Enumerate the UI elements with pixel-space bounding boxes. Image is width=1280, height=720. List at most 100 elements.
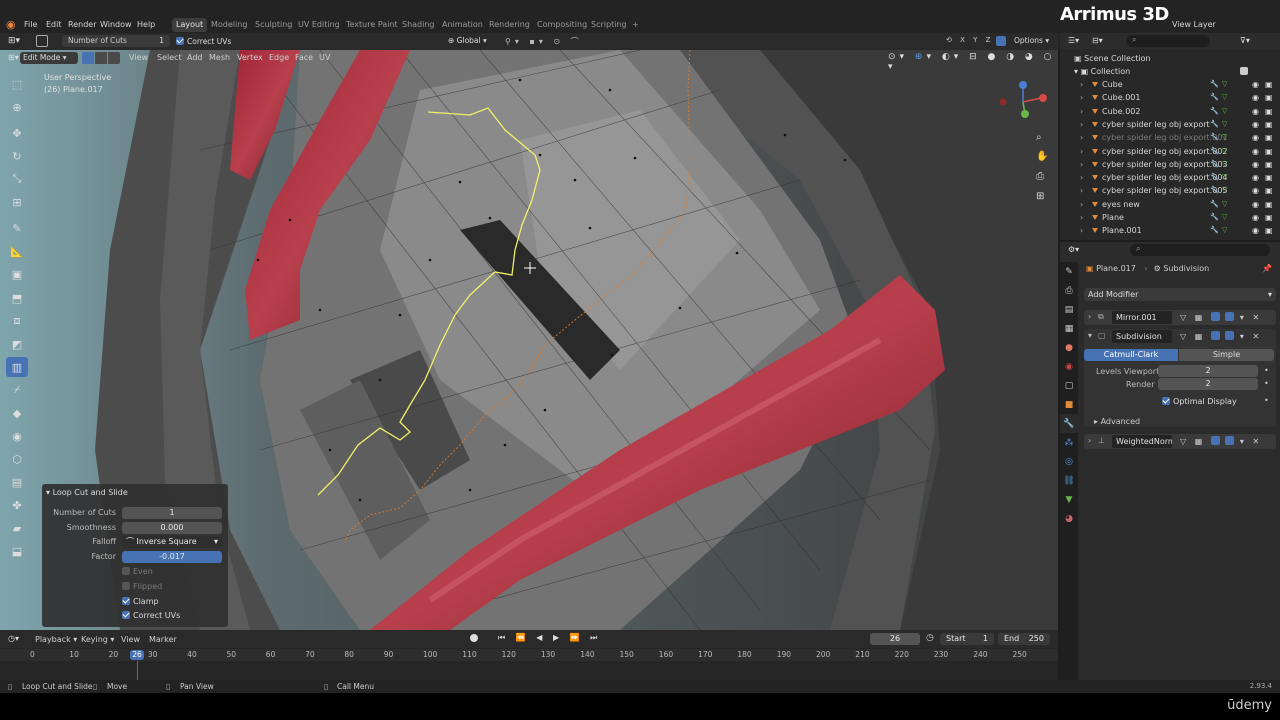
menu-help[interactable]: Help (133, 18, 159, 32)
outliner-item[interactable]: › cyber spider leg obj export 🔧 ▽ ◉ ▣ (1060, 118, 1276, 131)
tab-sculpting[interactable]: Sculpting (251, 18, 296, 32)
camera-icon[interactable]: ⎙ (1036, 171, 1044, 182)
blender-logo-icon[interactable]: ◉ (6, 19, 20, 31)
transform-icon[interactable]: ⊞ (6, 192, 28, 212)
keyframe-dot-icon[interactable]: • (1264, 366, 1269, 375)
expand-icon[interactable]: › (1080, 145, 1083, 158)
even-checkbox[interactable]: Even (122, 567, 153, 576)
xyz-mirror-icons[interactable]: ⟲ X Y Z (946, 36, 993, 44)
outliner-item[interactable]: › Cube 🔧 ▽ ◉ ▣ (1060, 78, 1276, 91)
extrude-icon[interactable]: ⬒ (6, 288, 28, 308)
pan-hand-icon[interactable]: ✋ (1036, 151, 1048, 162)
expand-icon[interactable]: › (1080, 198, 1083, 211)
playback-controls[interactable]: ⏮ ⏪ ◀ ▶ ⏩ ⏭ (498, 633, 601, 643)
orientation-dropdown[interactable]: ⊕ Global ▾ (448, 36, 487, 45)
viewport-toggle-icon[interactable] (1210, 331, 1220, 340)
physics-tab-icon[interactable]: ◎ (1060, 452, 1078, 471)
mirror-modifier[interactable]: › ⧉ Mirror.001 ▽ ▦ ▾ ✕ (1084, 310, 1276, 325)
eye-icon[interactable]: ◉ (1252, 198, 1259, 211)
editor-type-icon[interactable]: ☰▾ (1068, 36, 1079, 45)
rip-icon[interactable]: ⬓ (6, 541, 28, 561)
simple-button[interactable]: Simple (1179, 349, 1274, 361)
tab-animation[interactable]: Animation (438, 18, 487, 32)
render-tab-icon[interactable]: ⎙ (1060, 281, 1078, 300)
data-tab-icon[interactable]: ▼ (1060, 490, 1078, 509)
constraints-tab-icon[interactable]: ⛓ (1060, 471, 1078, 490)
snap-icons[interactable]: ⚲▾ ▪▾ ⊙ ⌒ (505, 36, 583, 47)
eye-icon[interactable]: ◉ (1252, 118, 1259, 131)
expand-icon[interactable]: › (1080, 211, 1083, 224)
outliner-item[interactable]: › Plane 🔧 ▽ ◉ ▣ (1060, 211, 1276, 224)
shrink-icon[interactable]: ✤ (6, 495, 28, 515)
tab-rendering[interactable]: Rendering (485, 18, 534, 32)
camera-visibility-icon[interactable]: ▣ (1265, 145, 1273, 158)
menu-vertex[interactable]: Vertex (232, 51, 268, 64)
camera-visibility-icon[interactable]: ▣ (1265, 105, 1273, 118)
editor-type-icon[interactable]: ⊞▾ (8, 36, 20, 46)
correct-uvs-toggle[interactable]: Correct UVs (176, 37, 231, 46)
expand-icon[interactable]: › (1088, 436, 1091, 445)
bevel-icon[interactable]: ◩ (6, 334, 28, 354)
camera-visibility-icon[interactable]: ▣ (1265, 131, 1273, 144)
keyframe-dot-icon[interactable]: • (1264, 396, 1269, 405)
rotate-icon[interactable]: ↻ (6, 146, 28, 166)
camera-visibility-icon[interactable]: ▣ (1265, 158, 1273, 171)
correct-uvs-checkbox[interactable]: Correct UVs (122, 611, 180, 620)
shear-icon[interactable]: ▰ (6, 518, 28, 538)
filter-icon[interactable]: ⊽▾ (1240, 36, 1250, 45)
expand-icon[interactable]: › (1080, 158, 1083, 171)
record-icon[interactable] (470, 634, 478, 642)
eye-icon[interactable]: ◉ (1252, 105, 1259, 118)
select-box-icon[interactable]: ⬚ (6, 74, 28, 94)
eye-icon[interactable]: ◉ (1252, 171, 1259, 184)
camera-visibility-icon[interactable]: ▣ (1265, 211, 1273, 224)
object-tab-icon[interactable]: ■ (1060, 395, 1078, 414)
add-cube-icon[interactable]: ▣ (6, 264, 28, 284)
modifier-visibility-icons[interactable]: ▽ ▦ ▾ ✕ (1180, 331, 1262, 341)
smoothness-input[interactable]: 0.000 (122, 522, 222, 534)
outliner-item[interactable]: › cyber spider leg obj export.001 🔧 ▽ ◉ ▣ (1060, 131, 1276, 144)
inset-icon[interactable]: ⧈ (6, 311, 28, 331)
viewport-toggle-icon[interactable] (1210, 312, 1220, 321)
tab-layout[interactable]: Layout (172, 18, 208, 32)
expand-icon[interactable]: › (1080, 118, 1083, 131)
display-mode-icon[interactable]: ⊟▾ (1092, 36, 1103, 45)
editor-type-icon[interactable]: ⊞▾ (8, 53, 19, 62)
collection-checkbox[interactable] (1240, 67, 1248, 75)
eye-icon[interactable]: ◉ (1252, 211, 1259, 224)
scene-tab-icon[interactable]: ● (1060, 338, 1078, 357)
expand-icon[interactable]: › (1080, 78, 1083, 91)
viewport-shading-icons[interactable]: ⊙▾ ⊕▾ ◐▾ ⊟ ● ◑ ◕ ○ ▾ (888, 52, 1058, 72)
collection-tab-icon[interactable]: ▢ (1060, 376, 1078, 395)
menu-mesh[interactable]: Mesh (204, 51, 235, 64)
render-toggle-icon[interactable] (1225, 436, 1235, 445)
end-frame-field[interactable]: End 250 (998, 633, 1050, 645)
modifier-visibility-icons[interactable]: ▽ ▦ ▾ ✕ (1180, 312, 1262, 322)
clamp-checkbox[interactable]: Clamp (122, 597, 159, 606)
move-icon[interactable]: ✥ (6, 123, 28, 143)
mirror-modifier-name[interactable]: Mirror.001 (1112, 311, 1172, 324)
edge-slide-icon[interactable]: ▤ (6, 472, 28, 492)
mode-dropdown[interactable]: Edit Mode ▾ (20, 52, 78, 64)
face-select-icon[interactable] (108, 52, 120, 64)
eye-icon[interactable]: ◉ (1252, 145, 1259, 158)
camera-visibility-icon[interactable]: ▣ (1265, 184, 1273, 197)
cursor-icon[interactable]: ⊕ (6, 97, 28, 117)
outliner-item[interactable]: › Plane.001 🔧 ▽ ◉ ▣ (1060, 224, 1276, 237)
keyframe-dot-icon[interactable]: • (1264, 379, 1269, 388)
outliner-item[interactable]: › Cube.001 🔧 ▽ ◉ ▣ (1060, 91, 1276, 104)
render-toggle-icon[interactable] (1225, 312, 1235, 321)
output-tab-icon[interactable]: ▤ (1060, 300, 1078, 319)
flipped-checkbox[interactable]: Flipped (122, 582, 162, 591)
tab-uv-editing[interactable]: UV Editing (294, 18, 344, 32)
optimal-display-checkbox[interactable]: Optimal Display (1162, 397, 1237, 406)
menu-view[interactable]: View (124, 51, 153, 64)
scale-icon[interactable]: ⤡ (6, 169, 28, 189)
weighted-normal-modifier[interactable]: › ⊥ WeightedNormal ▽ ▦ ▾ ✕ (1084, 434, 1276, 449)
spin-icon[interactable]: ◉ (6, 426, 28, 446)
modifier-tab-icon[interactable]: 🔧 (1060, 414, 1078, 433)
expand-icon[interactable]: › (1080, 91, 1083, 104)
number-of-cuts-input[interactable]: 1 (122, 507, 222, 519)
factor-slider[interactable]: -0.017 (122, 551, 222, 563)
camera-visibility-icon[interactable]: ▣ (1265, 78, 1273, 91)
